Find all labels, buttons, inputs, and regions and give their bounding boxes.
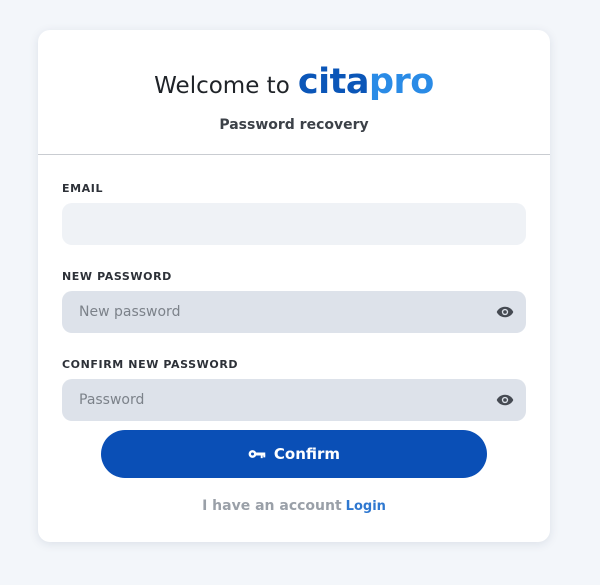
email-label: EMAIL [62, 182, 104, 195]
confirm-button-label: Confirm [273, 445, 341, 463]
new-password-field[interactable] [62, 291, 526, 333]
card-header: Welcome to citapro Password recovery [38, 30, 550, 155]
eye-icon[interactable] [496, 392, 514, 408]
brand-logo: citapro [298, 62, 434, 102]
email-field-wrapper [62, 203, 526, 245]
new-password-label: NEW PASSWORD [62, 270, 172, 283]
welcome-heading: Welcome to citapro [38, 62, 550, 102]
confirm-password-label: CONFIRM NEW PASSWORD [62, 358, 239, 371]
confirm-password-field[interactable] [62, 379, 526, 421]
new-password-field-wrapper [62, 291, 526, 333]
login-prompt-text: I have an account [202, 498, 342, 514]
login-prompt: I have an account Login [38, 498, 550, 514]
key-icon [248, 450, 266, 459]
welcome-text: Welcome to [154, 73, 290, 99]
login-link[interactable]: Login [346, 499, 386, 514]
brand-logo-part1: cita [297, 62, 370, 102]
confirm-button[interactable]: Confirm [101, 430, 487, 478]
password-recovery-card: Welcome to citapro Password recovery EMA… [38, 30, 550, 542]
page-subtitle: Password recovery [219, 117, 369, 133]
recovery-form: EMAIL NEW PASSWORD CONFIRM NEW PASSWORD [62, 182, 526, 446]
email-field[interactable] [62, 203, 526, 245]
eye-icon[interactable] [496, 304, 514, 320]
brand-logo-part2: pro [368, 62, 434, 102]
confirm-password-field-wrapper [62, 379, 526, 421]
